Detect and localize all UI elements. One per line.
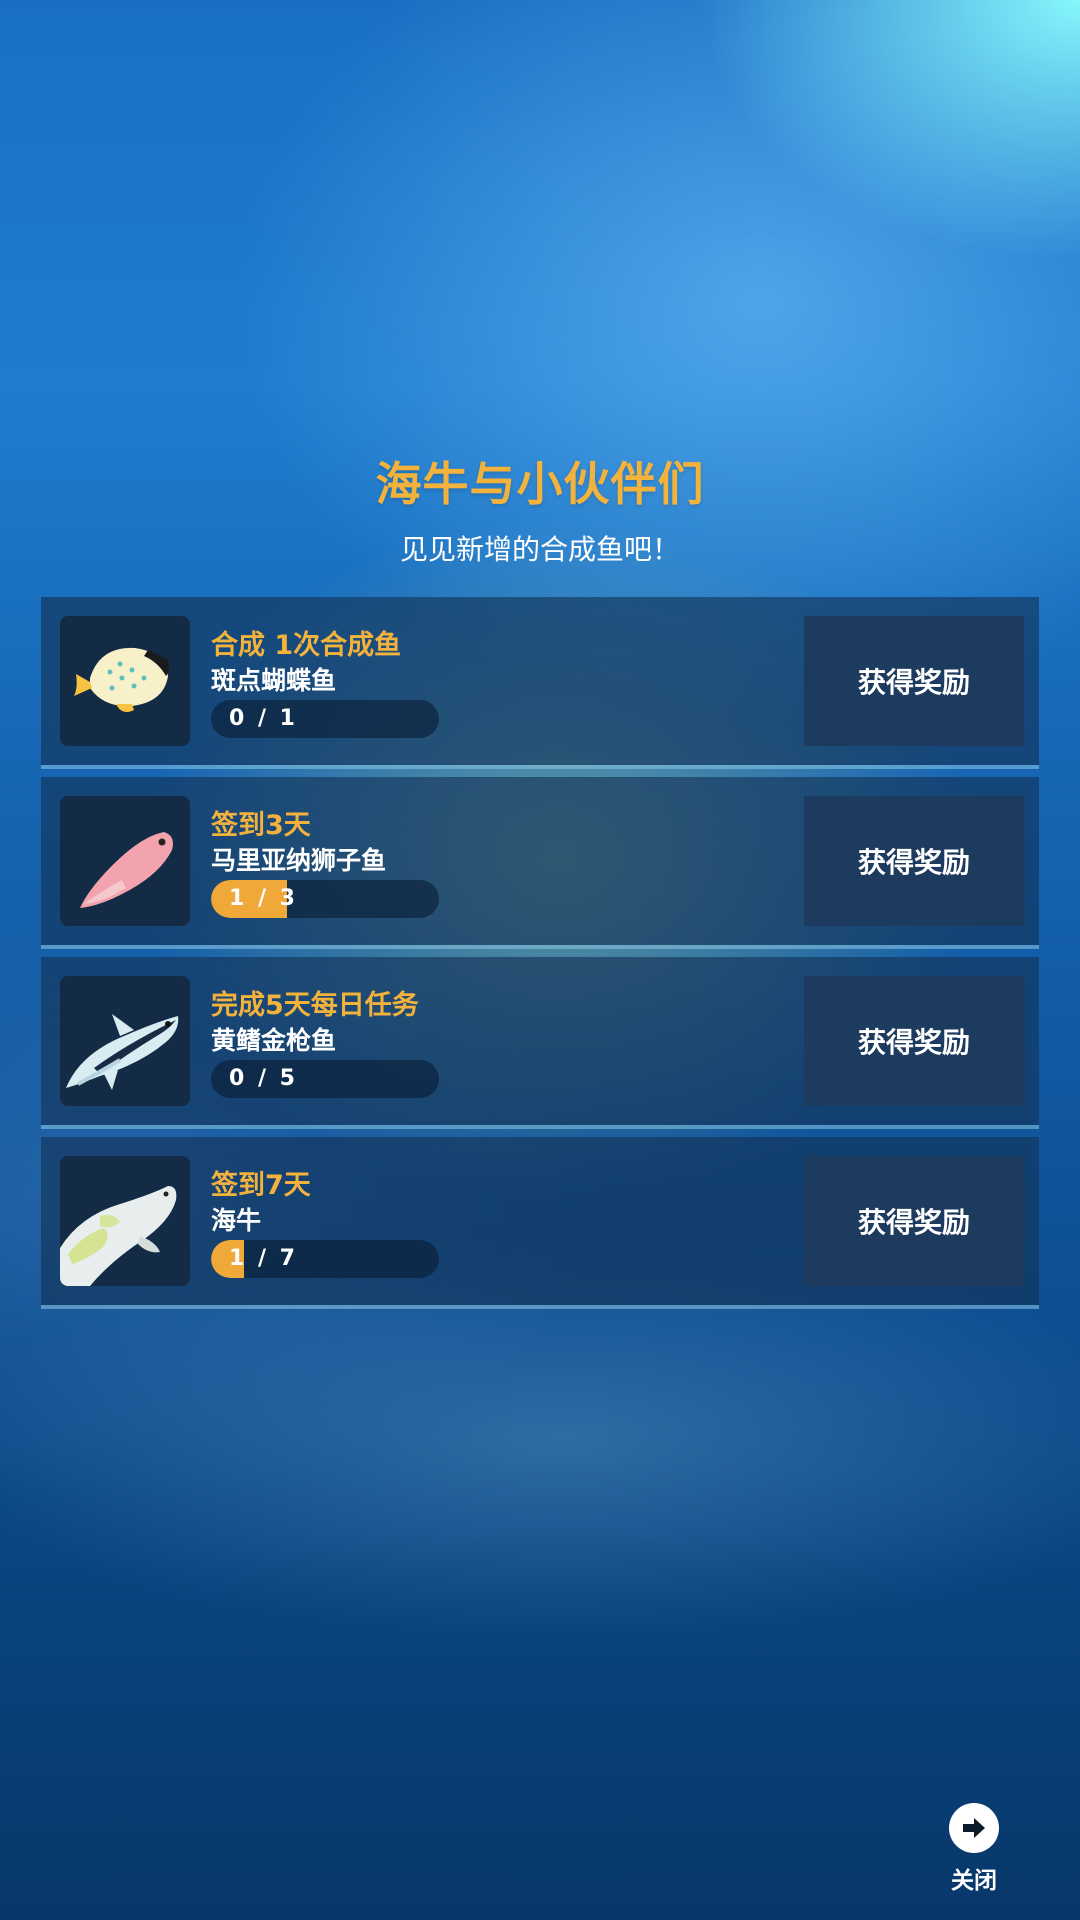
progress-bar: 0 / 1 xyxy=(211,700,439,738)
progress-bar: 1 / 3 xyxy=(211,880,439,918)
butterflyfish-icon xyxy=(60,616,190,746)
tuna-icon xyxy=(60,976,190,1106)
lionfish-icon xyxy=(60,796,190,926)
claim-reward-button[interactable]: 获得奖励 xyxy=(804,1156,1024,1286)
task-title: 合成 1次合成鱼 xyxy=(211,630,402,661)
manatee-icon xyxy=(60,1156,190,1286)
task-list: 合成 1次合成鱼 斑点蝴蝶鱼 0 / 1 获得奖励 签到3天 马里亚纳狮子鱼 1… xyxy=(41,597,1039,1317)
progress-text: 0 / 5 xyxy=(229,1066,298,1091)
task-row: 签到3天 马里亚纳狮子鱼 1 / 3 获得奖励 xyxy=(41,777,1039,945)
page-title: 海牛与小伙伴们 xyxy=(375,457,705,511)
task-fish-name: 斑点蝴蝶鱼 xyxy=(211,666,337,695)
arrow-right-icon[interactable] xyxy=(949,1803,999,1853)
task-row: 完成5天每日任务 黄鳍金枪鱼 0 / 5 获得奖励 xyxy=(41,957,1039,1125)
task-title: 签到7天 xyxy=(211,1170,311,1201)
progress-bar: 1 / 7 xyxy=(211,1240,439,1278)
progress-bar: 0 / 5 xyxy=(211,1060,439,1098)
task-title: 签到3天 xyxy=(211,810,311,841)
task-row: 签到7天 海牛 1 / 7 获得奖励 xyxy=(41,1137,1039,1305)
task-fish-name: 马里亚纳狮子鱼 xyxy=(211,846,387,875)
progress-text: 1 / 7 xyxy=(229,1246,298,1271)
close-button[interactable]: 关闭 xyxy=(944,1803,1004,1895)
page-subtitle: 见见新增的合成鱼吧！ xyxy=(399,533,680,566)
task-fish-name: 黄鳍金枪鱼 xyxy=(211,1026,337,1055)
claim-reward-button[interactable]: 获得奖励 xyxy=(804,796,1024,926)
task-title: 完成5天每日任务 xyxy=(211,990,419,1021)
task-row: 合成 1次合成鱼 斑点蝴蝶鱼 0 / 1 获得奖励 xyxy=(41,597,1039,765)
task-fish-name: 海牛 xyxy=(211,1206,262,1235)
progress-text: 1 / 3 xyxy=(229,886,298,911)
claim-reward-button[interactable]: 获得奖励 xyxy=(804,616,1024,746)
progress-text: 0 / 1 xyxy=(229,706,298,731)
close-label[interactable]: 关闭 xyxy=(944,1861,1004,1895)
claim-reward-button[interactable]: 获得奖励 xyxy=(804,976,1024,1106)
header: 海牛与小伙伴们 见见新增的合成鱼吧！ xyxy=(0,448,1080,568)
